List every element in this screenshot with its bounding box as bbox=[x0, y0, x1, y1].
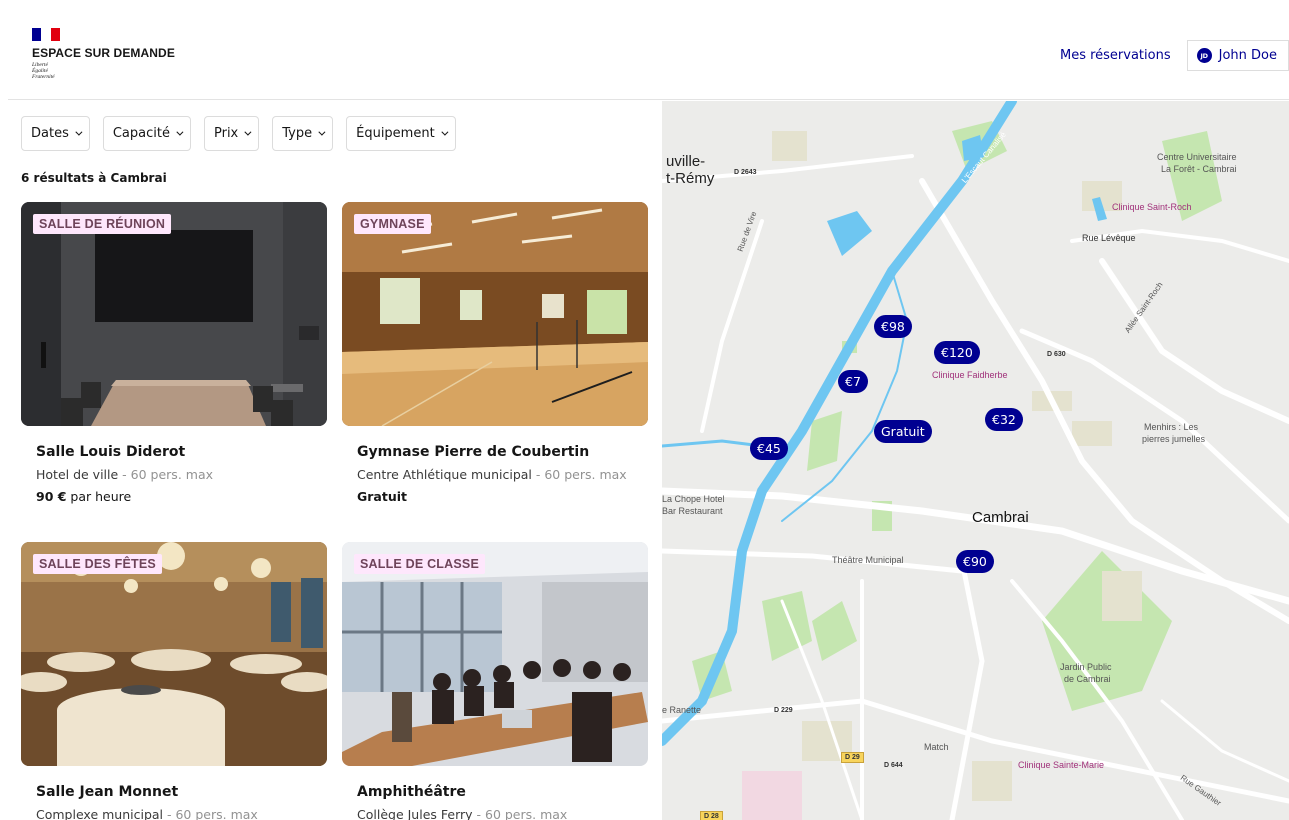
venue-price: 90 € par heure bbox=[36, 489, 132, 504]
venue-type-badge: SALLE DES FÊTES bbox=[33, 554, 162, 574]
map-price-pin[interactable]: €120 bbox=[934, 341, 980, 364]
venue-name: Amphithéâtre bbox=[357, 784, 466, 800]
filter-dates[interactable]: Dates bbox=[21, 116, 90, 151]
filter-type[interactable]: Type bbox=[272, 116, 334, 151]
venue-type-badge: SALLE DE CLASSE bbox=[354, 554, 485, 574]
chevron-down-icon bbox=[75, 128, 83, 136]
results-map[interactable]: uville- t-Rémy D 2643 Rue de Vire L'Esca… bbox=[662, 101, 1289, 820]
user-avatar-icon: JD bbox=[1196, 48, 1212, 63]
venue-type-badge: GYMNASE bbox=[354, 214, 431, 234]
user-name: John Doe bbox=[1218, 48, 1277, 63]
venue-photo: SALLE DE CLASSE bbox=[342, 542, 648, 766]
venue-place: Centre Athlétique municipal bbox=[357, 467, 532, 482]
map-price-pin[interactable]: €32 bbox=[985, 408, 1023, 431]
classroom-image bbox=[342, 542, 648, 766]
chevron-down-icon bbox=[318, 128, 326, 136]
map-price-pin[interactable]: €98 bbox=[874, 315, 912, 338]
map-price-pin[interactable]: €7 bbox=[838, 370, 868, 393]
republic-motto: Liberté Égalité Fraternité bbox=[32, 62, 55, 80]
filter-price[interactable]: Prix bbox=[203, 116, 260, 151]
french-flag-icon bbox=[32, 28, 60, 41]
chevron-down-icon bbox=[176, 128, 184, 136]
gymnasium-image bbox=[342, 202, 648, 426]
venue-place: Collège Jules Ferry bbox=[357, 807, 473, 820]
venue-type-badge: SALLE DE RÉUNION bbox=[33, 214, 172, 234]
venue-photo: GYMNASE bbox=[342, 202, 648, 426]
my-reservations-link[interactable]: Mes réservations bbox=[1060, 48, 1171, 63]
banquet-hall-image bbox=[21, 542, 327, 766]
venue-capacity: - 60 pers. max bbox=[531, 467, 627, 482]
brand-title: ESPACE SUR DEMANDE bbox=[32, 46, 175, 60]
venue-name: Salle Louis Diderot bbox=[36, 444, 186, 460]
brand-logo[interactable]: ESPACE SUR DEMANDE Liberté Égalité Frate… bbox=[32, 28, 175, 80]
venue-price: Gratuit bbox=[357, 489, 407, 504]
map-background bbox=[662, 101, 1289, 820]
chevron-down-icon bbox=[244, 128, 252, 136]
map-price-pin[interactable]: Gratuit bbox=[874, 420, 932, 443]
filter-bar: Dates Capacité Prix Type Équipement bbox=[21, 116, 456, 151]
venue-capacity: - 60 pers. max bbox=[163, 807, 258, 820]
user-menu-button[interactable]: JD John Doe bbox=[1186, 40, 1289, 71]
filter-equipment[interactable]: Équipement bbox=[346, 116, 456, 151]
venue-place: Hotel de ville bbox=[36, 467, 119, 482]
results-count: 6 résultats à Cambrai bbox=[21, 171, 167, 185]
venue-name: Salle Jean Monnet bbox=[36, 784, 179, 800]
venue-card[interactable]: SALLE DES FÊTES Salle Jean Monnet Comple… bbox=[21, 542, 327, 820]
meeting-room-image bbox=[21, 202, 327, 426]
map-price-pin[interactable]: €90 bbox=[956, 550, 994, 573]
venue-card[interactable]: GYMNASE Gymnase Pierre de Coubertin Cent… bbox=[342, 202, 648, 504]
venue-place: Complexe municipal bbox=[36, 807, 164, 820]
chevron-down-icon bbox=[441, 128, 449, 136]
venue-photo: SALLE DES FÊTES bbox=[21, 542, 327, 766]
venue-card[interactable]: SALLE DE CLASSE Amphithéâtre Collège Jul… bbox=[342, 542, 648, 820]
venue-photo: SALLE DE RÉUNION bbox=[21, 202, 327, 426]
venue-name: Gymnase Pierre de Coubertin bbox=[357, 444, 590, 460]
header-nav: Mes réservations JD John Doe bbox=[1060, 40, 1289, 71]
map-price-pin[interactable]: €45 bbox=[750, 437, 788, 460]
venue-card[interactable]: SALLE DE RÉUNION Salle Louis Diderot Hot… bbox=[21, 202, 327, 504]
site-header: ESPACE SUR DEMANDE Liberté Égalité Frate… bbox=[8, 8, 1289, 100]
venue-capacity: - 60 pers. max bbox=[472, 807, 568, 820]
filter-capacity[interactable]: Capacité bbox=[102, 116, 191, 151]
venue-capacity: - 60 pers. max bbox=[118, 467, 213, 482]
